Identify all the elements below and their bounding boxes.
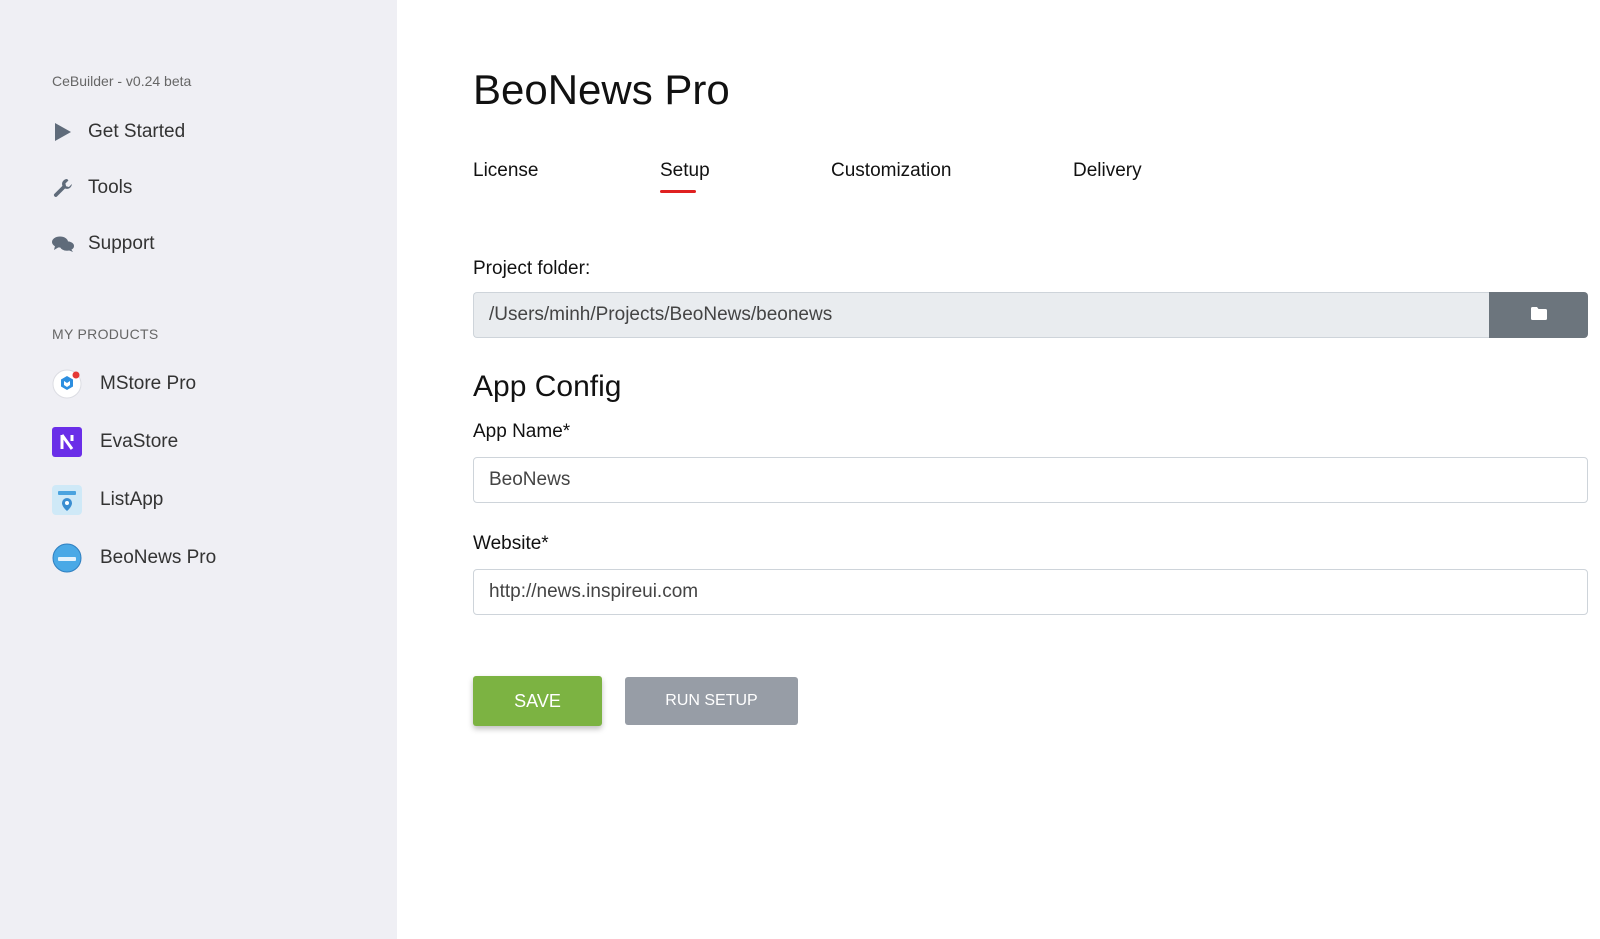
chat-bubbles-icon [52, 233, 74, 255]
product-label: ListApp [100, 489, 164, 510]
nav-support[interactable]: Support [52, 233, 155, 255]
listapp-logo-icon [52, 485, 82, 515]
nav-label: Support [88, 233, 155, 254]
project-folder-input[interactable] [473, 292, 1489, 338]
project-folder-label: Project folder: [473, 258, 591, 279]
nav-get-started[interactable]: Get Started [52, 121, 185, 143]
mstore-logo-icon [52, 369, 82, 399]
sidebar: CeBuilder - v0.24 beta Get Started Tools… [0, 0, 397, 939]
product-label: MStore Pro [100, 373, 197, 394]
tab-delivery[interactable]: Delivery [1073, 160, 1142, 182]
tab-setup[interactable]: Setup [660, 160, 710, 193]
evastore-logo-icon [52, 427, 82, 457]
my-products-heading: MY PRODUCTS [52, 326, 159, 342]
play-icon [52, 121, 74, 143]
website-label: Website* [473, 533, 549, 554]
save-button[interactable]: SAVE [473, 676, 602, 726]
product-label: BeoNews Pro [100, 547, 217, 568]
beonews-logo-icon [52, 543, 82, 573]
wrench-icon [52, 177, 74, 199]
product-label: EvaStore [100, 431, 179, 452]
product-mstore-pro[interactable]: MStore Pro [52, 369, 196, 399]
website-input[interactable] [473, 569, 1588, 615]
product-evastore[interactable]: EvaStore [52, 427, 178, 457]
app-name-input[interactable] [473, 457, 1588, 503]
nav-tools[interactable]: Tools [52, 177, 132, 199]
folder-icon [1530, 307, 1547, 323]
product-listapp[interactable]: ListApp [52, 485, 163, 515]
project-folder-group [473, 292, 1588, 338]
browse-folder-button[interactable] [1489, 292, 1588, 338]
page-title: BeoNews Pro [473, 66, 730, 113]
app-version: CeBuilder - v0.24 beta [52, 73, 192, 89]
app-name-label: App Name* [473, 421, 571, 442]
run-setup-button[interactable]: RUN SETUP [625, 677, 798, 725]
tab-license[interactable]: License [473, 160, 539, 182]
tab-customization[interactable]: Customization [831, 160, 951, 182]
app-config-heading: App Config [473, 370, 622, 403]
product-beonews-pro[interactable]: BeoNews Pro [52, 543, 216, 573]
nav-label: Get Started [88, 121, 186, 142]
nav-label: Tools [88, 177, 133, 198]
